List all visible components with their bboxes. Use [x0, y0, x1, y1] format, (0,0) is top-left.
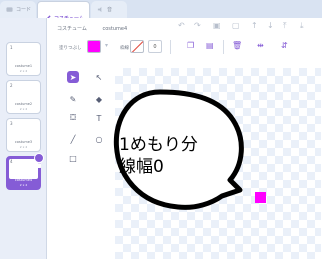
costume-number: 4 [10, 159, 13, 164]
pink-square-shape[interactable] [255, 192, 266, 203]
speech-bubble [114, 89, 244, 210]
paint-editor-app: コード コスチューム 音 1 costume1 2 x 2 2 costume2… [0, 0, 322, 259]
bubble-text-line1: 1めもり分 [119, 135, 198, 155]
bubble-text: 1めもり分 線幅0 [119, 134, 198, 178]
bubble-text-line2: 線幅0 [119, 157, 164, 177]
